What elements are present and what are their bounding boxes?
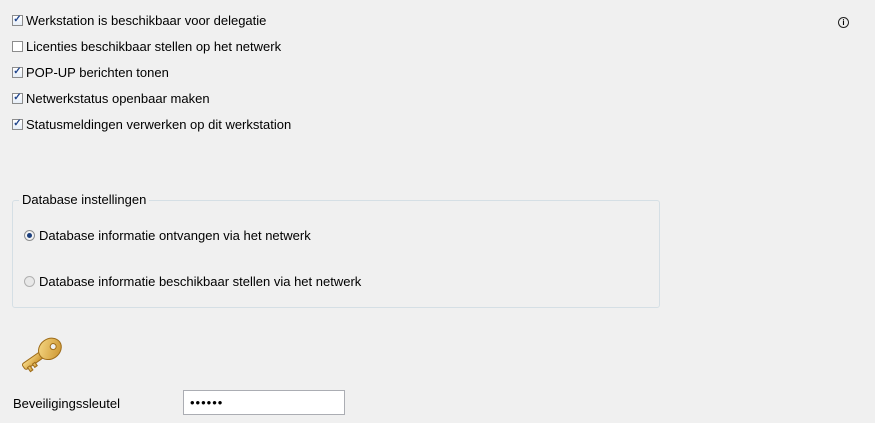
option-licenses-label: Licenties beschikbaar stellen op het net… [26, 38, 282, 54]
checkbox-network-status[interactable]: ✓ [12, 92, 23, 104]
option-popup-label: POP-UP berichten tonen [26, 64, 169, 80]
radio-option-provide[interactable]: Database informatie beschikbaar stellen … [24, 272, 361, 290]
database-settings-title: Database instellingen [19, 192, 150, 207]
option-status-messages-label: Statusmeldingen verwerken op dit werksta… [26, 116, 292, 132]
database-settings-group [12, 200, 660, 308]
radio-option-receive[interactable]: Database informatie ontvangen via het ne… [24, 226, 311, 244]
radio-provide[interactable] [24, 275, 35, 287]
checkbox-status-messages[interactable]: ✓ [12, 118, 23, 130]
radio-receive[interactable] [24, 229, 35, 241]
checkbox-popup[interactable]: ✓ [12, 66, 23, 78]
security-key-input[interactable]: •••••• [183, 390, 345, 415]
radio-receive-label: Database informatie ontvangen via het ne… [39, 227, 311, 243]
option-delegation-label: Werkstation is beschikbaar voor delegati… [26, 12, 267, 28]
key-icon [21, 337, 62, 373]
checkbox-delegation[interactable]: ✓ [12, 14, 23, 26]
radio-provide-label: Database informatie beschikbaar stellen … [39, 273, 362, 289]
option-popup[interactable]: ✓ POP-UP berichten tonen [12, 63, 169, 81]
option-delegation[interactable]: ✓ Werkstation is beschikbaar voor delega… [12, 11, 266, 29]
option-network-status[interactable]: ✓ Netwerkstatus openbaar maken [12, 89, 210, 107]
checkbox-licenses[interactable] [12, 40, 23, 52]
option-network-status-label: Netwerkstatus openbaar maken [26, 90, 210, 106]
info-circle-icon[interactable]: i [838, 17, 849, 28]
option-status-messages[interactable]: ✓ Statusmeldingen verwerken op dit werks… [12, 115, 291, 133]
security-key-label: Beveiligingssleutel [13, 396, 120, 411]
option-licenses[interactable]: Licenties beschikbaar stellen op het net… [12, 37, 281, 55]
